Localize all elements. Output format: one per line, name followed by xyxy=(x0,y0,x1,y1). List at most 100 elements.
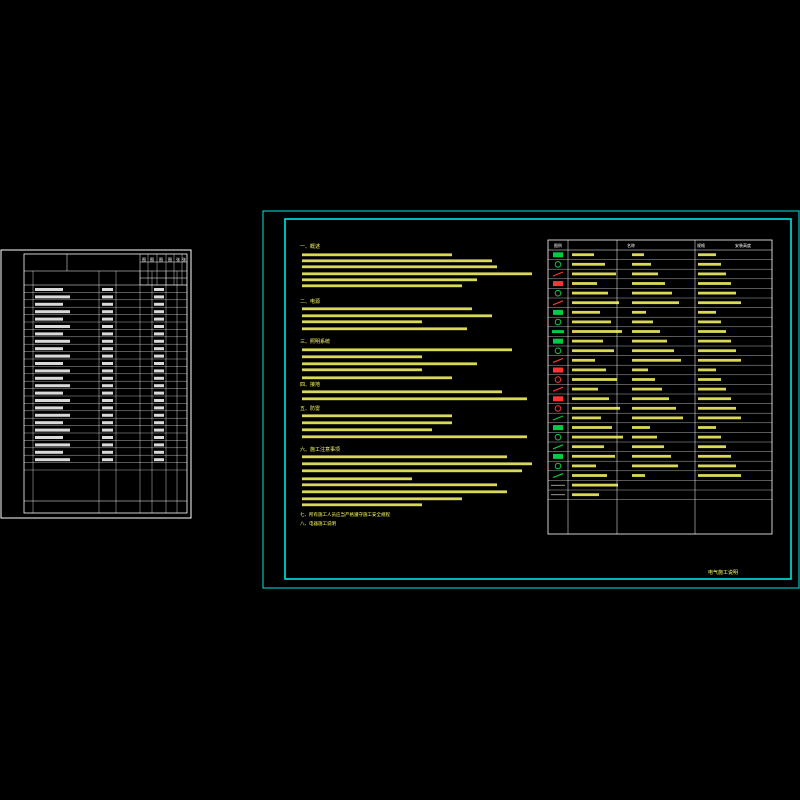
notes-text-line xyxy=(302,327,467,331)
legend-height-placeholder xyxy=(698,464,736,468)
left-row-text-placeholder xyxy=(102,443,113,447)
left-row-text-placeholder xyxy=(35,458,70,462)
legend-height-placeholder xyxy=(698,426,716,429)
left-header-cell: 张 xyxy=(182,256,186,262)
left-row-text-placeholder xyxy=(35,317,63,321)
left-row-text-placeholder xyxy=(102,399,113,402)
legend-table: 图例 名称 规格 安装高度 xyxy=(547,239,773,535)
notes-text-line xyxy=(302,455,507,459)
legend-height-placeholder xyxy=(698,330,726,333)
left-row-text-placeholder xyxy=(154,295,164,299)
notes-tail-line: 七、所有施工人员应当严格遵守施工安全规程 xyxy=(300,511,390,518)
left-row-text-placeholder xyxy=(102,384,113,388)
drawing-title: 电气施工说明 xyxy=(708,569,738,576)
left-row-text-placeholder xyxy=(154,310,164,314)
legend-height-placeholder xyxy=(698,291,736,295)
left-header-cell: 图 xyxy=(159,256,163,262)
notes-text-line xyxy=(302,259,492,263)
left-row-text-placeholder xyxy=(154,362,164,365)
legend-name-placeholder xyxy=(572,483,618,487)
legend-symbol xyxy=(552,300,564,306)
legend-symbol xyxy=(552,357,564,363)
legend-height-placeholder xyxy=(698,406,736,410)
left-row-text-placeholder xyxy=(102,295,113,299)
legend-symbol xyxy=(554,405,562,412)
left-row-text-placeholder xyxy=(35,332,63,336)
legend-name-placeholder xyxy=(572,291,608,295)
notes-text-line xyxy=(302,490,507,494)
legend-height-placeholder xyxy=(698,282,731,285)
notes-section-title: 一、概述 xyxy=(300,243,320,250)
left-row-text-placeholder xyxy=(35,302,63,306)
legend-height-placeholder xyxy=(698,416,741,420)
left-sheet: 图图图图张张 xyxy=(0,249,192,519)
legend-name-placeholder xyxy=(572,474,607,477)
notes-text-line xyxy=(302,477,412,481)
legend-height-placeholder xyxy=(698,349,736,353)
legend-symbol xyxy=(553,281,563,287)
legend-spec-placeholder xyxy=(632,320,653,324)
notes-text-line xyxy=(302,469,522,473)
left-row-text-placeholder xyxy=(35,421,63,425)
notes-text-line xyxy=(302,368,422,372)
legend-name-placeholder xyxy=(572,493,599,497)
legend-symbol xyxy=(553,367,563,373)
left-row-text-placeholder xyxy=(102,450,113,454)
legend-symbol xyxy=(553,309,563,315)
left-row-text-placeholder xyxy=(154,421,164,425)
legend-name-placeholder xyxy=(572,301,619,305)
legend-spec-placeholder xyxy=(632,291,672,295)
legend-name-placeholder xyxy=(572,349,614,353)
legend-spec-placeholder xyxy=(632,301,679,305)
design-notes: 一、概述二、电源三、照明系统四、接地五、防雷六、施工注意事项七、所有施工人员应当… xyxy=(300,243,532,527)
legend-name-placeholder xyxy=(572,282,597,285)
notes-section-title: 二、电源 xyxy=(300,298,320,305)
notes-text-line xyxy=(302,503,422,507)
legend-spec-placeholder xyxy=(632,358,681,362)
left-row-text-placeholder xyxy=(154,339,164,343)
legend-symbol xyxy=(554,289,562,297)
legend-height-placeholder xyxy=(698,435,721,439)
legend-name-placeholder xyxy=(572,406,620,410)
legend-spec-placeholder xyxy=(632,310,646,314)
legend-name-placeholder xyxy=(572,310,600,314)
legend-name-placeholder xyxy=(572,272,616,276)
left-header-cell: 图 xyxy=(150,256,154,262)
legend-spec-placeholder xyxy=(632,253,644,257)
left-row-text-placeholder xyxy=(154,317,164,321)
left-row-text-placeholder xyxy=(154,391,164,395)
legend-name-placeholder xyxy=(572,426,612,429)
left-row-text-placeholder xyxy=(102,413,113,417)
notes-text-line xyxy=(302,497,462,501)
left-row-text-placeholder xyxy=(102,317,113,321)
notes-text-line xyxy=(302,348,512,352)
left-row-text-placeholder xyxy=(35,362,63,365)
left-row-text-placeholder xyxy=(102,354,113,358)
legend-name-placeholder xyxy=(572,262,605,266)
left-row-text-placeholder xyxy=(35,347,63,351)
left-row-text-placeholder xyxy=(154,406,164,410)
left-row-text-placeholder xyxy=(35,325,70,328)
cad-drawing: 图图图图张张 一、概述二、电源三、照明系统四、接地五、防雷六、施工注意事项七、所… xyxy=(0,210,800,589)
legend-spec-placeholder xyxy=(632,426,650,429)
legend-height-placeholder xyxy=(698,474,741,477)
left-row-text-placeholder xyxy=(35,369,70,373)
left-row-text-placeholder xyxy=(102,406,113,410)
legend-symbol xyxy=(553,338,563,344)
notes-text-line xyxy=(302,428,432,432)
legend-symbol xyxy=(552,271,564,277)
left-row-text-placeholder xyxy=(35,413,70,417)
legend-height-placeholder xyxy=(698,358,741,362)
legend-spec-placeholder xyxy=(632,406,676,410)
left-row-text-placeholder xyxy=(154,288,164,291)
legend-spec-placeholder xyxy=(632,454,671,458)
legend-symbol xyxy=(554,376,562,383)
legend-symbol xyxy=(552,473,564,479)
left-row-text-placeholder xyxy=(102,391,113,395)
legend-name-placeholder xyxy=(572,253,594,257)
notes-text-line xyxy=(302,462,532,466)
legend-symbol xyxy=(553,425,563,431)
legend-height-placeholder xyxy=(698,253,716,257)
left-row-text-placeholder xyxy=(154,332,164,336)
legend-name-placeholder xyxy=(572,339,603,343)
